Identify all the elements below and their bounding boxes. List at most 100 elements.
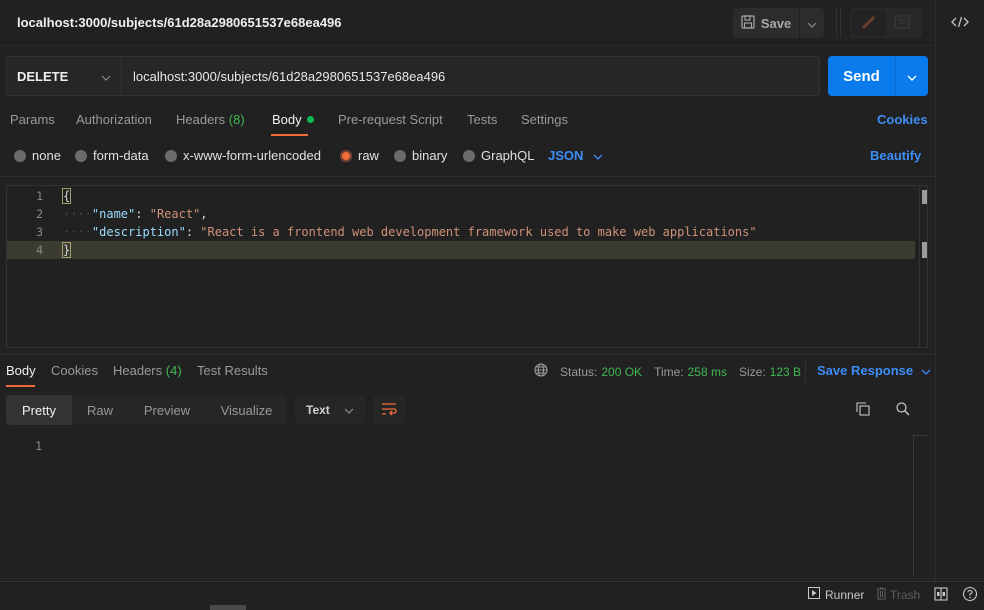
radio-none[interactable]: none [14,148,61,163]
view-pretty[interactable]: Pretty [6,395,72,425]
divider [805,360,806,382]
close-brace: } [61,242,72,258]
radio-raw[interactable]: raw [340,148,379,163]
radio-dot [14,149,26,162]
send-options-dropdown[interactable] [895,56,928,96]
chevron-down-icon [344,403,354,417]
copy-button[interactable] [855,401,873,419]
response-tab-cookies[interactable]: Cookies [51,363,98,378]
chevron-down-icon [907,69,917,84]
json-value: "React is a frontend web development fra… [200,225,757,239]
tab-headers-label: Headers [176,112,226,127]
tab-tests[interactable]: Tests [467,112,497,127]
runner-label: Runner [825,587,865,602]
radio-x-www-form-urlencoded[interactable]: x-www-form-urlencoded [165,148,321,163]
line-number: 3 [36,225,43,239]
globe-icon[interactable] [534,363,548,380]
radio-dot [165,149,177,162]
size-value[interactable]: 123 B [770,365,801,379]
request-body-editor[interactable]: 1 { 2 ····"name": "React", 3 ····"descri… [6,185,928,348]
response-tab-test-results[interactable]: Test Results [197,363,268,378]
radio-graphql[interactable]: GraphQL [463,148,534,163]
response-format-select[interactable]: Text [295,395,365,425]
radio-form-data[interactable]: form-data [75,148,149,163]
comments-button[interactable] [886,10,918,36]
save-button[interactable]: Save [733,8,799,38]
view-raw[interactable]: Raw [72,395,128,425]
search-icon [895,402,911,420]
view-visualize[interactable]: Visualize [206,395,287,425]
scrollbar-cursor-marker [922,242,927,258]
trash-icon [876,587,887,603]
body-indicator-dot [307,116,314,123]
tab-headers[interactable]: Headers (8) [176,112,245,127]
code-line: 1 { [7,187,915,205]
cookies-link[interactable]: Cookies [877,112,928,127]
help-icon [962,586,978,605]
code-snippet-button[interactable] [948,12,972,34]
send-button[interactable]: Send [828,56,895,96]
radio-label: x-www-form-urlencoded [183,148,321,163]
code-line: 3 ····"description": "React is a fronten… [7,223,915,241]
divider [836,8,837,38]
status-label: Status: [560,364,598,379]
url-input[interactable]: localhost:3000/subjects/61d28a2980651537… [121,56,820,96]
method-value: DELETE [17,68,69,84]
raw-format-select[interactable]: JSON [548,148,603,163]
status-value[interactable]: 200 OK [601,365,642,379]
view-preview[interactable]: Preview [128,395,206,425]
trash-button[interactable]: Trash [876,587,920,603]
format-value: JSON [548,148,584,163]
two-pane-view-button[interactable] [934,587,948,604]
response-format-value: Text [306,403,330,417]
search-button[interactable] [895,401,913,419]
runner-button[interactable]: Runner [808,587,864,602]
json-key: "name" [91,207,136,221]
time-label: Time: [654,364,684,379]
response-headers-label: Headers [113,363,163,378]
tab-params[interactable]: Params [10,112,55,127]
time-value[interactable]: 258 ms [688,365,727,379]
response-line-number: 1 [35,439,42,453]
save-response-label: Save Response [817,363,914,378]
request-title: localhost:3000/subjects/61d28a2980651537… [17,15,342,30]
radio-dot [463,149,475,162]
response-scrollbar[interactable] [913,436,914,576]
help-button[interactable] [962,586,978,605]
divider [840,8,841,38]
editor-scrollbar[interactable] [919,186,927,347]
headers-count: (8) [228,112,245,127]
horizontal-scrollbar-thumb[interactable] [210,605,246,610]
scrollbar-thumb[interactable] [922,190,927,204]
active-tab-underline [271,134,308,136]
divider [0,354,936,355]
tab-settings[interactable]: Settings [521,112,568,127]
tab-authorization[interactable]: Authorization [76,112,152,127]
pencil-icon [862,15,876,32]
json-key: "description" [91,225,186,239]
tab-pre-request-script[interactable]: Pre-request Script [338,112,443,127]
chevron-down-icon [807,16,817,31]
response-tab-headers[interactable]: Headers (4) [113,363,182,378]
chevron-down-icon [101,69,111,84]
radio-binary[interactable]: binary [394,148,447,163]
save-response-button[interactable]: Save Response [817,363,931,378]
save-label: Save [760,15,792,31]
size-label: Size: [738,364,766,379]
save-options-dropdown[interactable] [800,8,824,38]
line-number: 4 [36,243,43,257]
radio-label: none [32,148,61,163]
tab-body[interactable]: Body [272,112,302,127]
wrap-lines-button[interactable] [373,395,405,425]
divider [0,176,936,177]
floppy-disk-icon [741,14,755,32]
radio-label: binary [412,148,448,163]
code-line-current: 4 } [7,241,915,259]
chevron-down-icon [921,363,931,378]
method-select[interactable]: DELETE [6,56,122,96]
edit-button[interactable] [852,10,886,36]
response-tab-body[interactable]: Body [6,363,36,378]
divider [0,578,984,579]
chevron-down-icon [593,148,603,163]
beautify-button[interactable]: Beautify [870,148,921,163]
